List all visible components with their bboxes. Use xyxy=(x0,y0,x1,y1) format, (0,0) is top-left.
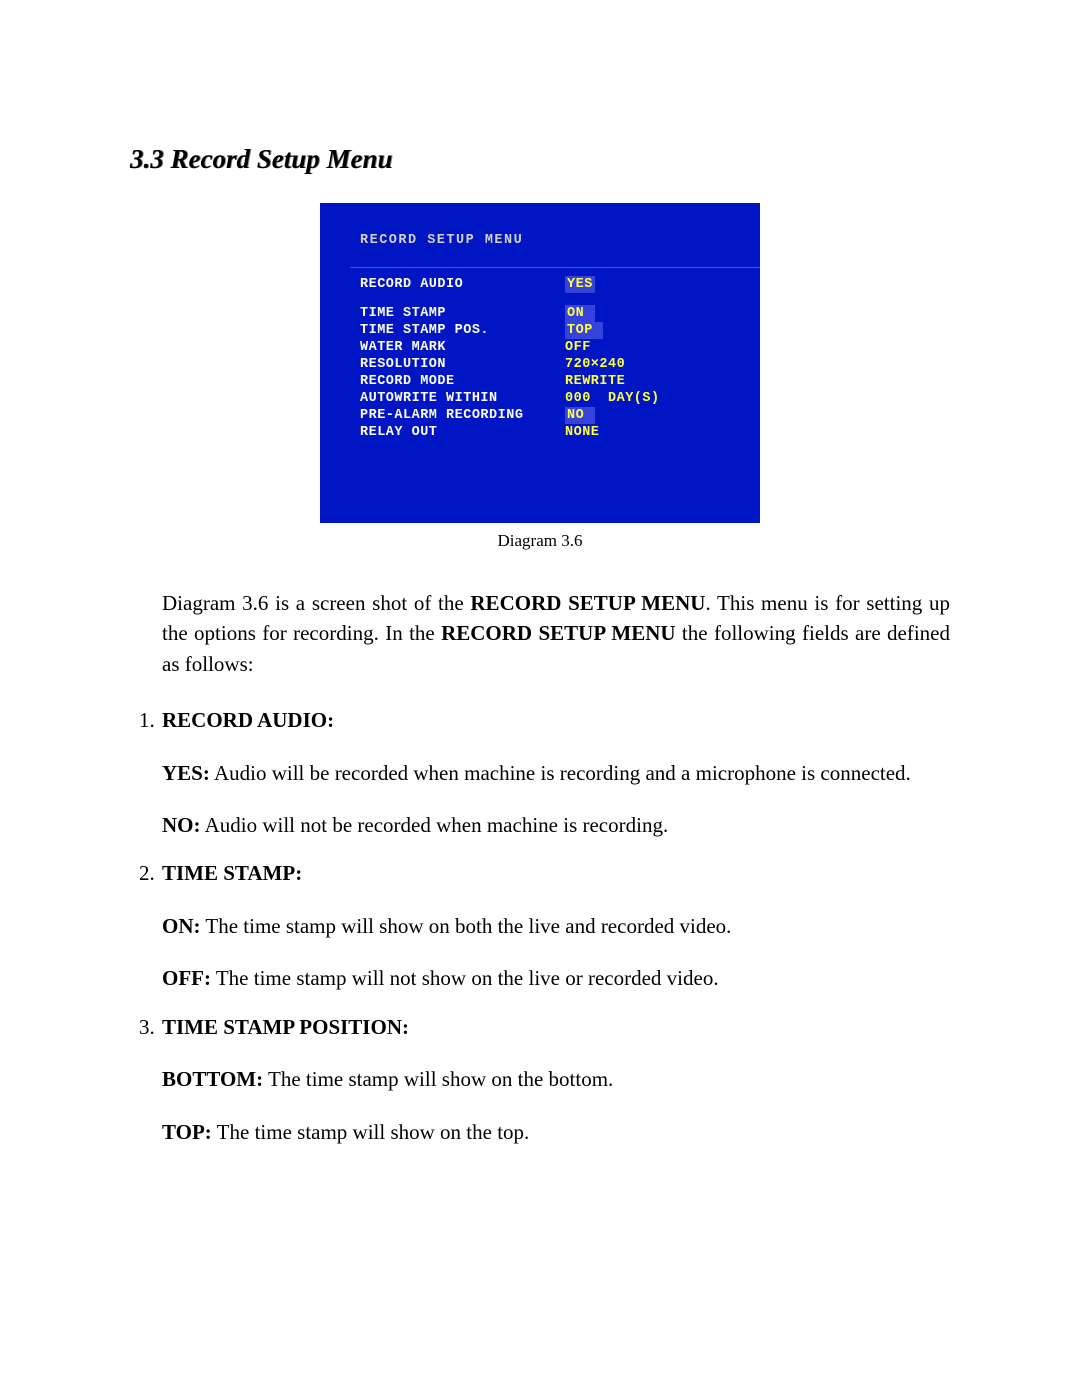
menu-row: PRE-ALARM RECORDINGNO xyxy=(360,407,740,424)
document-page: 3.3 Record Setup Menu RECORD SETUP MENU … xyxy=(0,0,1080,1265)
field-option-desc: The time stamp will show on the bottom. xyxy=(263,1067,613,1091)
menu-row: TIME STAMP POS.TOP xyxy=(360,322,740,339)
menu-row: TIME STAMPON xyxy=(360,305,740,322)
menu-row-label: PRE-ALARM RECORDING xyxy=(360,407,565,424)
menu-row-label: RESOLUTION xyxy=(360,356,565,373)
field-option-key: TOP: xyxy=(162,1120,212,1144)
field-definitions-list: RECORD AUDIO: YES: Audio will be recorded… xyxy=(130,705,950,1147)
field-option-desc: The time stamp will show on both the liv… xyxy=(201,914,732,938)
menu-row-label: RECORD AUDIO xyxy=(360,276,565,293)
field-definition: RECORD AUDIO: YES: Audio will be recorded… xyxy=(160,705,950,840)
field-option-key: NO: xyxy=(162,813,201,837)
field-option: ON: The time stamp will show on both the… xyxy=(162,911,950,941)
menu-title: RECORD SETUP MENU xyxy=(360,231,740,251)
menu-row-label: RELAY OUT xyxy=(360,424,565,441)
menu-row-label: RECORD MODE xyxy=(360,373,565,390)
field-definition: TIME STAMP POSITION: BOTTOM: The time sta… xyxy=(160,1012,950,1147)
figure-caption: Diagram 3.6 xyxy=(130,529,950,554)
field-option-desc: The time stamp will not show on the live… xyxy=(211,966,719,990)
field-name: TIME STAMP POSITION: xyxy=(162,1012,950,1042)
field-option: NO: Audio will not be recorded when mach… xyxy=(162,810,950,840)
menu-row-value: YES xyxy=(565,276,595,293)
field-name: TIME STAMP: xyxy=(162,858,950,888)
menu-row-value: 720×240 xyxy=(565,356,625,373)
field-option-desc: Audio will not be recorded when machine … xyxy=(201,813,669,837)
menu-row-label: AUTOWRITE WITHIN xyxy=(360,390,565,407)
intro-paragraph: Diagram 3.6 is a screen shot of the RECO… xyxy=(162,588,950,679)
page-title: 3.3 Record Setup Menu xyxy=(130,140,950,179)
menu-row: RELAY OUTNONE xyxy=(360,424,740,441)
field-option-desc: The time stamp will show on the top. xyxy=(212,1120,530,1144)
menu-divider xyxy=(350,267,770,268)
menu-row-value: NONE xyxy=(565,424,599,441)
menu-rows: RECORD AUDIOYESTIME STAMPON TIME STAMP P… xyxy=(360,276,740,441)
menu-row-value: ON xyxy=(565,305,595,322)
menu-row-value: NO xyxy=(565,407,595,424)
menu-row-spacer xyxy=(360,293,740,305)
field-name: RECORD AUDIO: xyxy=(162,705,950,735)
field-option-key: YES: xyxy=(162,761,210,785)
menu-row: AUTOWRITE WITHIN000 DAY(S) xyxy=(360,390,740,407)
field-option: YES: Audio will be recorded when machine… xyxy=(162,758,950,788)
field-option-desc: Audio will be recorded when machine is r… xyxy=(210,761,911,785)
menu-row: RECORD AUDIOYES xyxy=(360,276,740,293)
field-option: OFF: The time stamp will not show on the… xyxy=(162,963,950,993)
intro-bold-1: RECORD SETUP MENU xyxy=(470,591,705,615)
intro-bold-2: RECORD SETUP MENU xyxy=(441,621,675,645)
menu-row: WATER MARKOFF xyxy=(360,339,740,356)
menu-row-value: 000 DAY(S) xyxy=(565,390,660,407)
menu-row-value: REWRITE xyxy=(565,373,625,390)
field-option: BOTTOM: The time stamp will show on the … xyxy=(162,1064,950,1094)
record-setup-menu-screenshot: RECORD SETUP MENU RECORD AUDIOYESTIME ST… xyxy=(320,203,760,523)
menu-row-label: TIME STAMP xyxy=(360,305,565,322)
menu-row-label: TIME STAMP POS. xyxy=(360,322,565,339)
menu-row-label: WATER MARK xyxy=(360,339,565,356)
intro-text: Diagram 3.6 is a screen shot of the xyxy=(162,591,470,615)
field-option: TOP: The time stamp will show on the top… xyxy=(162,1117,950,1147)
menu-row-value: TOP xyxy=(565,322,603,339)
menu-row: RECORD MODEREWRITE xyxy=(360,373,740,390)
menu-row: RESOLUTION720×240 xyxy=(360,356,740,373)
field-definition: TIME STAMP: ON: The time stamp will show … xyxy=(160,858,950,993)
field-option-key: ON: xyxy=(162,914,201,938)
menu-row-value: OFF xyxy=(565,339,591,356)
screenshot-figure: RECORD SETUP MENU RECORD AUDIOYESTIME ST… xyxy=(320,203,760,523)
field-option-key: BOTTOM: xyxy=(162,1067,263,1091)
field-option-key: OFF: xyxy=(162,966,211,990)
